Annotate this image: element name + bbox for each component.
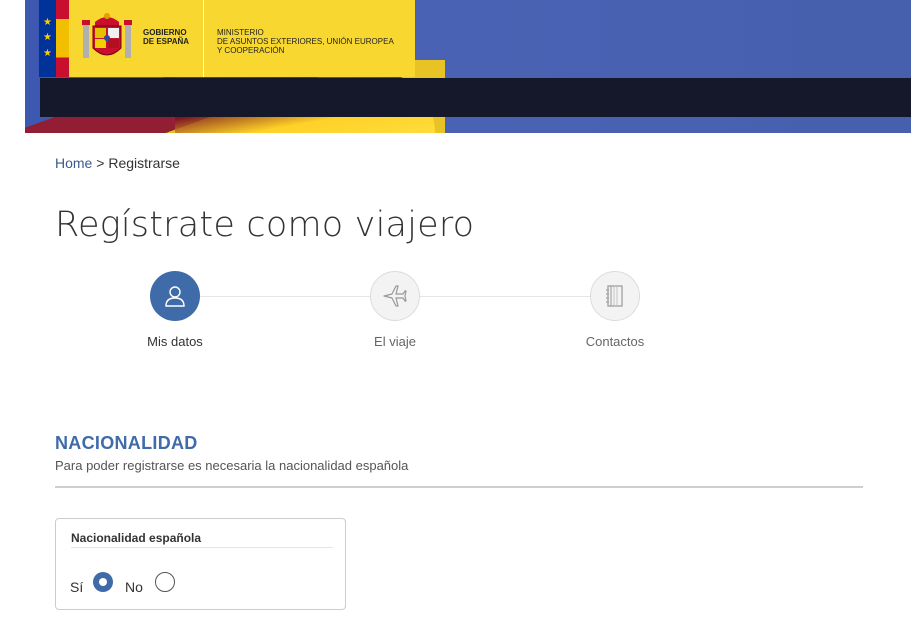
main-navigation-bar	[40, 78, 911, 117]
radio-no[interactable]	[155, 572, 175, 592]
radio-no-label[interactable]: No	[125, 579, 143, 595]
ministry-name: MINISTERIO DE ASUNTOS EXTERIORES, UNIÓN …	[217, 28, 394, 55]
address-book-icon	[606, 285, 623, 307]
step-contactos-circle[interactable]	[590, 271, 640, 321]
airplane-icon	[383, 285, 407, 307]
breadcrumb-separator: >	[92, 155, 109, 171]
breadcrumb: Home > Registrarse	[55, 155, 180, 171]
step-mis-datos-circle[interactable]	[150, 271, 200, 321]
user-icon	[165, 286, 185, 307]
section-divider	[55, 486, 863, 488]
step-contactos-label: Contactos	[585, 334, 645, 349]
breadcrumb-current: Registrarse	[108, 155, 180, 171]
step-mis-datos-label: Mis datos	[147, 334, 203, 349]
government-logo[interactable]: GOBIERNO DE ESPAÑA MINISTERIO DE ASUNTOS…	[69, 0, 415, 77]
step-el-viaje-circle[interactable]	[370, 271, 420, 321]
radio-si[interactable]	[93, 572, 113, 592]
coat-of-arms-icon	[82, 13, 132, 58]
page-title: Regístrate como viajero	[55, 205, 475, 245]
eu-star-icon: ★	[43, 17, 52, 28]
site-header-banner: ★ ★ ★ GOBIERNO DE ESPAÑA MINISTERIO DE A…	[25, 0, 911, 133]
nationality-section-subtitle: Para poder registrarse es necesaria la n…	[55, 458, 409, 473]
government-name: GOBIERNO DE ESPAÑA	[143, 28, 190, 46]
nationality-fieldset: Nacionalidad española Sí No	[55, 518, 346, 610]
radio-si-label[interactable]: Sí	[70, 579, 83, 595]
spain-flag-strip	[56, 0, 69, 77]
logo-divider	[203, 0, 204, 77]
eu-flag-strip: ★ ★ ★	[39, 0, 56, 77]
nationality-fieldset-legend: Nacionalidad española	[71, 531, 202, 545]
step-el-viaje-label: El viaje	[374, 334, 416, 349]
eu-star-icon: ★	[43, 32, 52, 43]
eu-star-icon: ★	[43, 48, 52, 59]
breadcrumb-home-link[interactable]: Home	[55, 155, 92, 171]
fieldset-divider	[71, 547, 333, 548]
nationality-section-title: NACIONALIDAD	[55, 433, 198, 453]
